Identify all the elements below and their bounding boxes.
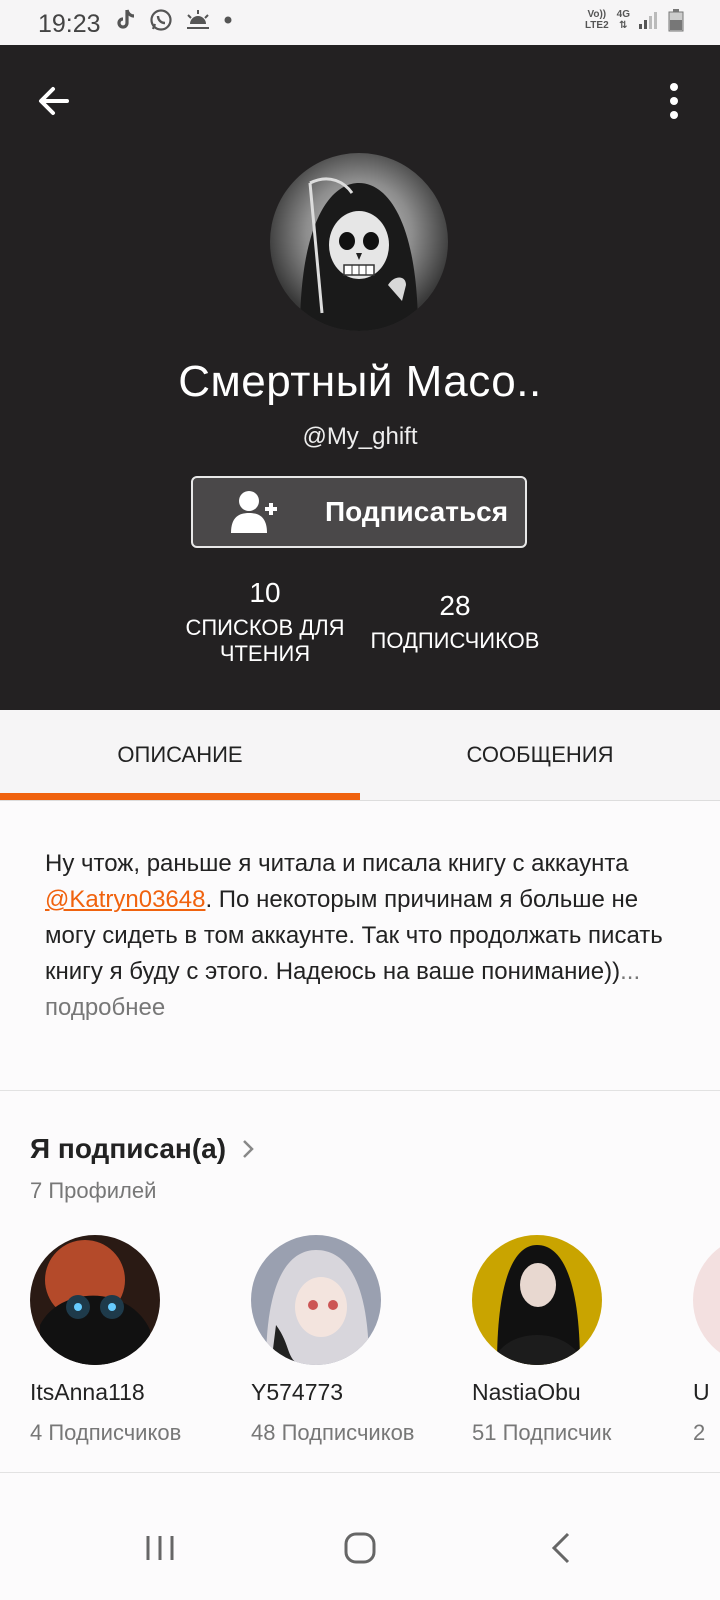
tiktok-icon: [117, 9, 135, 29]
reading-lists-label-line1: СПИСКОВ ДЛЯ: [185, 615, 345, 640]
profile-username: Y574773: [251, 1379, 344, 1405]
followers-count: 28: [439, 590, 471, 621]
section-divider: [0, 1090, 720, 1091]
following-profile-card[interactable]: ItsAnna118 4 Подписчиков: [30, 1235, 250, 1446]
profile-avatar-nastiaobu: [472, 1235, 602, 1365]
profile-avatar-y574773: [251, 1235, 381, 1365]
profile-follower-count: 48 Подписчиков: [251, 1420, 415, 1445]
profile-display-name: Смертный Масо..: [178, 357, 542, 406]
section-divider: [0, 1472, 720, 1473]
profile-username: ItsAnna118: [30, 1379, 145, 1405]
profile-username: NastiaObu: [472, 1379, 581, 1405]
system-navigation-bar: [0, 1490, 720, 1600]
following-title-label: Я подписан(а): [30, 1133, 227, 1164]
following-profile-card[interactable]: NastiaObu 51 Подписчик: [472, 1235, 692, 1446]
profile-header: Смертный Масо.. @My_ghift Подписаться 10…: [0, 45, 720, 710]
more-vertical-icon[interactable]: [664, 79, 684, 123]
reading-lists-stat[interactable]: 10 СПИСКОВ ДЛЯ ЧТЕНИЯ: [175, 577, 355, 667]
following-count: 7 Профилей: [30, 1178, 157, 1203]
status-bar: 19:23 Vo)) LTE2 4G ⇅: [0, 0, 720, 45]
home-icon[interactable]: [330, 1528, 390, 1568]
status-time: 19:23: [38, 10, 101, 38]
profile-follower-count: 2: [693, 1420, 706, 1445]
profile-tabs: ОПИСАНИЕ СООБЩЕНИЯ: [0, 710, 720, 801]
profile-follower-count: 4 Подписчиков: [30, 1420, 182, 1445]
profile-avatar[interactable]: [270, 153, 448, 331]
reading-lists-label-line2: ЧТЕНИЯ: [219, 641, 311, 666]
profile-avatar-partial: [693, 1235, 720, 1365]
status-system-icons: Vo)) LTE2 4G ⇅: [585, 8, 684, 32]
volte-indicator: Vo)) LTE2: [584, 9, 609, 31]
status-notification-icons: [115, 8, 233, 32]
tab-messages[interactable]: СООБЩЕНИЯ: [360, 710, 720, 800]
follow-button[interactable]: Подписаться: [191, 476, 527, 548]
reading-lists-count: 10: [249, 577, 281, 608]
signal-strength-icon: [639, 12, 657, 29]
profile-avatar-itsanna118: [30, 1235, 160, 1365]
following-profile-card[interactable]: U 2: [693, 1235, 720, 1446]
grim-reaper-avatar-image: [300, 177, 418, 331]
profile-follower-count: 51 Подписчик: [472, 1420, 612, 1445]
weather-icon: [187, 10, 209, 29]
followers-stat[interactable]: 28 ПОДПИСЧИКОВ: [360, 590, 550, 654]
recents-icon[interactable]: [130, 1528, 190, 1568]
following-profile-card[interactable]: Y574773 48 Подписчиков: [251, 1235, 471, 1446]
network-type-indicator: 4G ⇅: [616, 9, 630, 31]
followers-label: ПОДПИСЧИКОВ: [370, 628, 540, 653]
notification-dot-icon: [224, 16, 232, 24]
chevron-right-icon: [243, 1140, 254, 1158]
add-user-icon: [231, 491, 277, 533]
back-chevron-icon[interactable]: [532, 1528, 592, 1568]
back-arrow-icon[interactable]: [34, 81, 74, 121]
profile-username: U: [693, 1379, 710, 1405]
profile-handle: @My_ghift: [302, 423, 418, 450]
battery-icon: [668, 9, 684, 32]
follow-button-label: Подписаться: [325, 496, 509, 527]
whatsapp-icon: [150, 9, 172, 31]
profile-description: Ну чтож, раньше я читала и писала книгу …: [45, 846, 675, 1026]
description-text-start: Ну чтож, раньше я читала и писала книгу …: [45, 850, 629, 877]
tab-description[interactable]: ОПИСАНИЕ: [0, 710, 360, 800]
description-mention-link[interactable]: @Katryn03648: [45, 886, 205, 913]
following-section-title[interactable]: Я подписан(а): [30, 1133, 260, 1165]
